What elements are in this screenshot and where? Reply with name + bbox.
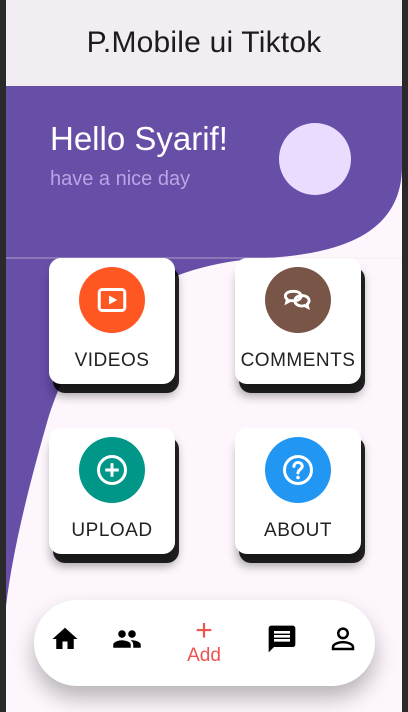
add-label: Add [187,645,221,666]
app-bar: P.Mobile ui Tiktok [6,0,402,86]
play-icon [97,288,127,312]
nav-profile[interactable] [328,624,358,654]
nav-messages[interactable] [266,623,298,655]
videos-icon-circle [79,267,145,333]
right-edge [402,0,408,712]
people-icon [113,630,141,648]
avatar[interactable] [279,123,351,195]
upload-label: UPLOAD [71,520,153,541]
question-circle-icon [283,455,313,485]
upload-card[interactable]: UPLOAD [49,428,175,554]
about-label: ABOUT [264,520,332,541]
nav-add[interactable]: + Add [180,614,228,672]
greeting-block: Hello Syarif! have a nice day [50,120,228,191]
about-card[interactable]: ABOUT [235,428,361,554]
greeting-subtitle: have a nice day [50,168,191,190]
plus-circle-icon [97,455,127,485]
videos-card[interactable]: VIDEOS [49,258,175,384]
add-icon: + [195,614,213,647]
bottom-nav: + Add [34,600,375,686]
upload-icon-circle [79,437,145,503]
greeting-title: Hello Syarif! [50,120,228,157]
app-screen: P.Mobile ui Tiktok Hello Syarif! have a … [0,0,408,712]
home-icon [52,627,78,649]
nav-people[interactable] [110,624,144,654]
comments-label: COMMENTS [240,350,356,371]
about-icon-circle [265,437,331,503]
message-icon [268,625,296,653]
app-title: P.Mobile ui Tiktok [86,26,322,59]
chat-bubbles-icon [283,289,311,310]
person-icon [331,627,355,651]
nav-home[interactable] [50,624,80,654]
comments-card[interactable]: COMMENTS [235,258,361,384]
videos-label: VIDEOS [74,350,150,371]
comments-icon-circle [265,267,331,333]
